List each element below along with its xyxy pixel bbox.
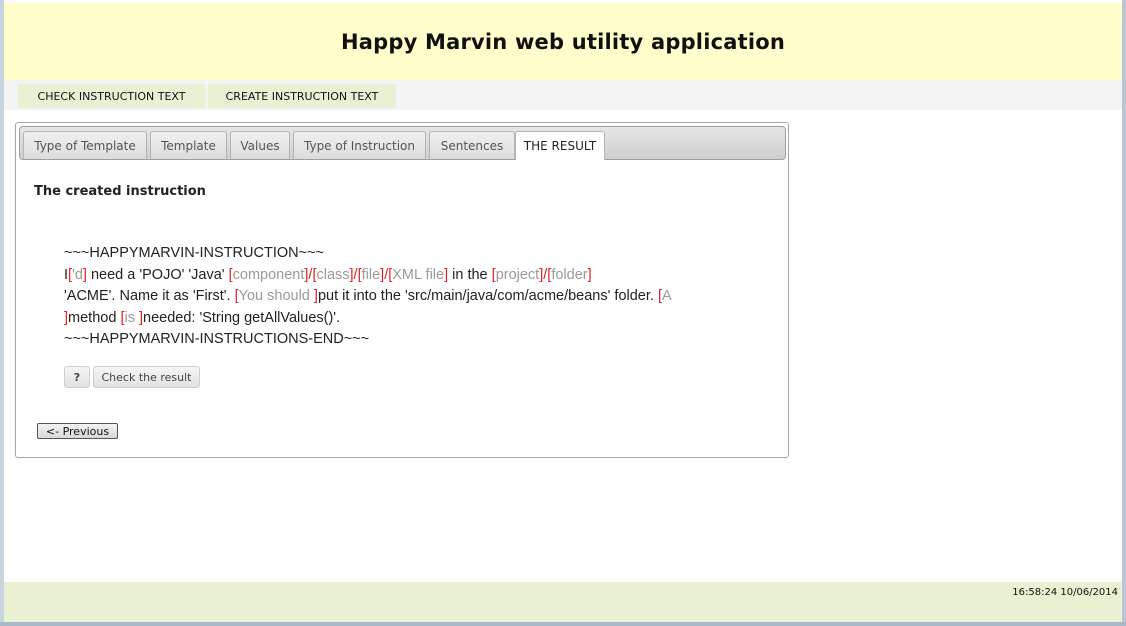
tab-values[interactable]: Values: [230, 131, 290, 159]
tab-the-result[interactable]: THE RESULT: [515, 131, 605, 160]
section-title: The created instruction: [34, 184, 206, 199]
instruction-line: I['d] need a 'POJO' 'Java' [component]/[…: [64, 265, 754, 287]
app-title: Happy Marvin web utility application: [340, 29, 786, 54]
instruction-text-segment: 'ACME'. Name it as 'First'.: [64, 288, 235, 304]
instruction-end-marker: ~~~HAPPYMARVIN-INSTRUCTIONS-END~~~: [64, 331, 370, 347]
instruction-text-segment: need a 'POJO' 'Java': [86, 266, 229, 283]
timestamp: 16:58:24 10/06/2014: [1012, 587, 1118, 598]
optional-word: file: [361, 266, 381, 283]
check-instruction-text-button[interactable]: CHECK INSTRUCTION TEXT: [18, 84, 205, 108]
window-border-right: [1122, 0, 1126, 626]
optional-word: is: [124, 309, 139, 326]
instruction-line: ]method [is ]needed: 'String getAllValue…: [64, 308, 754, 330]
tab-template[interactable]: Template: [150, 131, 227, 159]
instruction-text-segment: method: [68, 309, 121, 326]
instruction-text-segment: in the: [448, 266, 492, 283]
optional-word: project: [495, 266, 540, 283]
optional-word: XML file: [392, 266, 445, 283]
instruction-text-segment: needed: 'String getAllValues()'.: [143, 309, 341, 326]
previous-button[interactable]: <- Previous: [37, 423, 118, 439]
help-button[interactable]: ?: [64, 366, 90, 388]
optional-word: 'd: [72, 266, 83, 283]
create-instruction-text-button[interactable]: CREATE INSTRUCTION TEXT: [208, 84, 396, 108]
window-border-bottom: [0, 622, 1126, 626]
optional-word: folder: [551, 266, 588, 283]
optional-word: A: [661, 288, 672, 304]
instruction-line: 'ACME'. Name it as 'First'. [You should …: [64, 286, 754, 308]
optional-word: You should: [238, 288, 314, 304]
check-result-button[interactable]: Check the result: [93, 366, 200, 388]
instruction-start-marker: ~~~HAPPYMARVIN-INSTRUCTION~~~: [64, 245, 325, 261]
instruction-text: ~~~HAPPYMARVIN-INSTRUCTION~~~ I['d] need…: [64, 243, 754, 351]
tab-type-of-template[interactable]: Type of Template: [23, 131, 147, 159]
instruction-text-segment: put it into the 'src/main/java/com/acme/…: [317, 288, 658, 304]
optional-word: component: [232, 266, 305, 283]
optional-word: class: [316, 266, 350, 283]
tab-type-of-instruction[interactable]: Type of Instruction: [293, 131, 426, 159]
bracket-close: ]: [587, 266, 592, 283]
tab-bar: Type of Template Template Values Type of…: [19, 126, 786, 160]
tab-sentences[interactable]: Sentences: [429, 131, 515, 159]
wizard-panel: Type of Template Template Values Type of…: [15, 122, 789, 458]
top-nav: CHECK INSTRUCTION TEXT CREATE INSTRUCTIO…: [4, 80, 1122, 110]
result-actions: ? Check the result: [64, 366, 200, 388]
footer: 16:58:24 10/06/2014: [4, 582, 1122, 622]
app-header: Happy Marvin web utility application: [4, 3, 1122, 80]
